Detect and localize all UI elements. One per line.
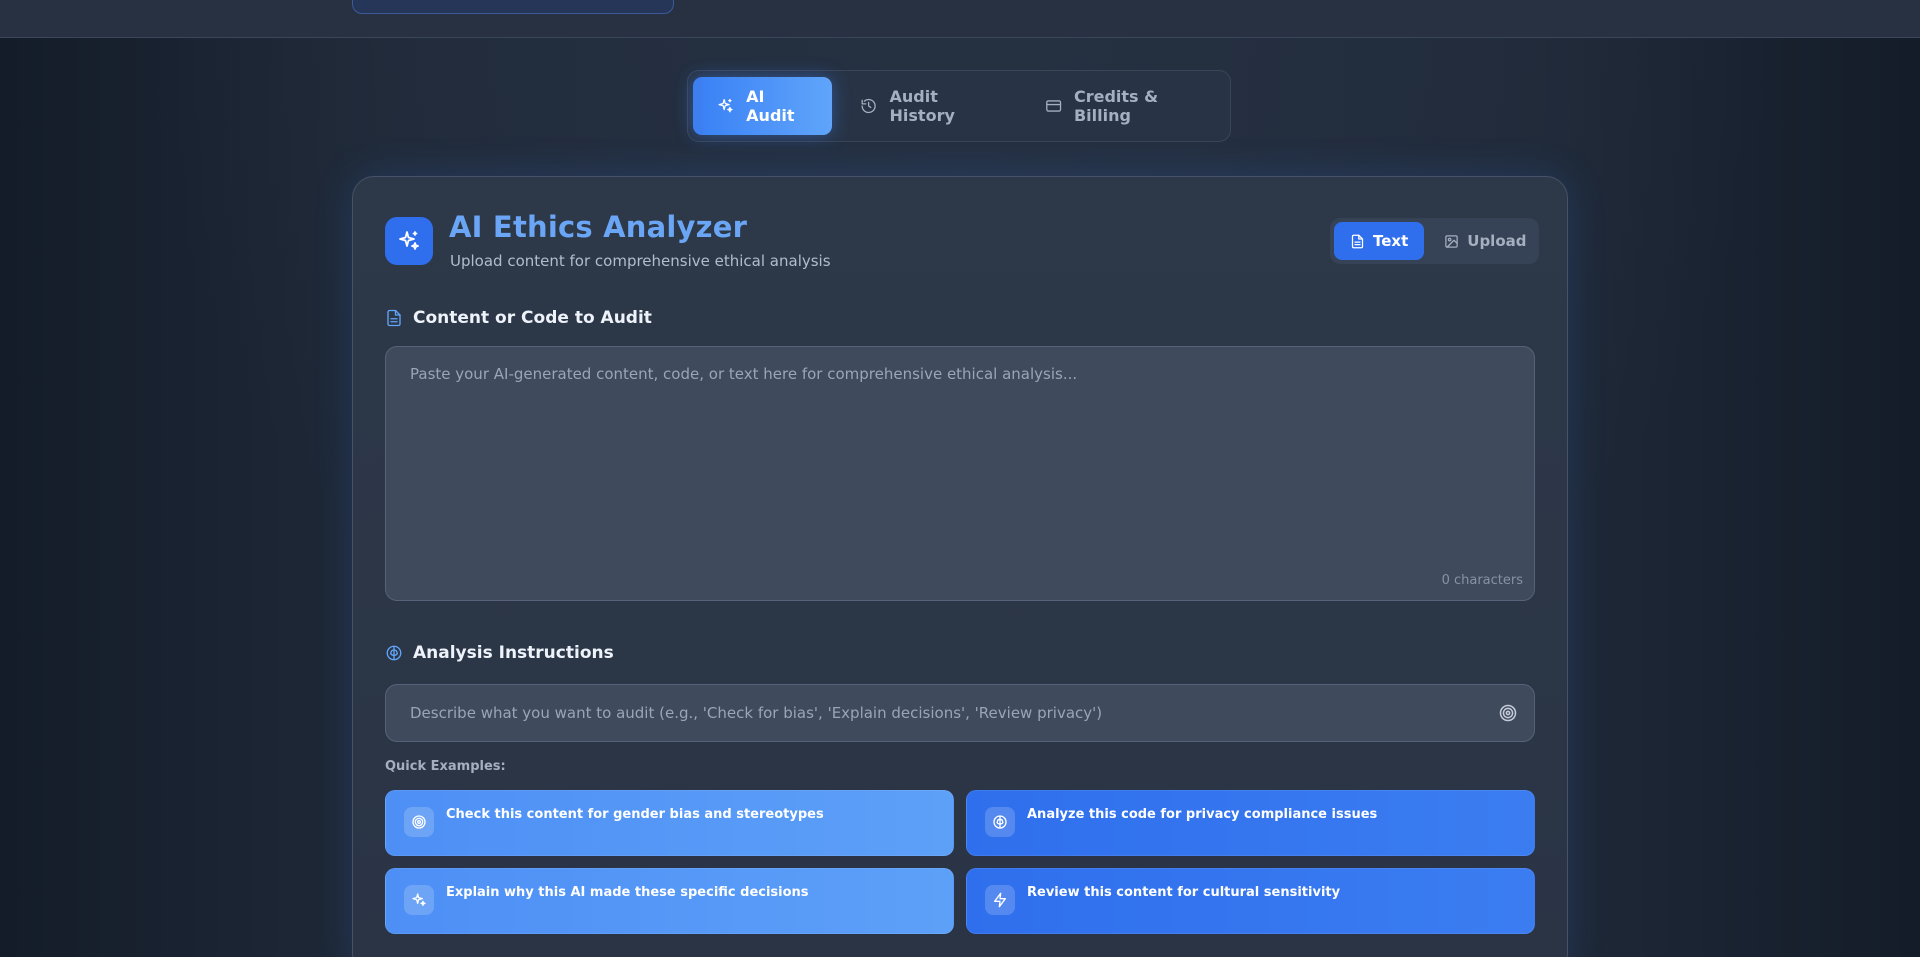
target-icon[interactable] [1498, 703, 1518, 723]
content-label-text: Content or Code to Audit [413, 308, 652, 328]
example-text: Explain why this AI made these specific … [446, 885, 809, 900]
instructions-field [385, 684, 1535, 742]
example-icon-badge [985, 807, 1015, 837]
example-icon-badge [404, 885, 434, 915]
input-mode-toggle: Text Upload [1330, 218, 1539, 264]
analyzer-card: AI Ethics Analyzer Upload content for co… [352, 176, 1568, 957]
quick-example-privacy[interactable]: Analyze this code for privacy compliance… [966, 790, 1535, 856]
instructions-input[interactable] [386, 685, 1486, 741]
document-icon [1351, 234, 1364, 248]
example-text: Analyze this code for privacy compliance… [1027, 807, 1378, 822]
quick-example-explain-decisions[interactable]: Explain why this AI made these specific … [385, 868, 954, 934]
example-icon-badge [404, 807, 434, 837]
image-icon [1445, 234, 1459, 248]
app-logo [385, 217, 433, 265]
content-textarea[interactable] [385, 346, 1535, 601]
document-icon [387, 309, 401, 327]
sparkles-icon [412, 893, 426, 906]
example-text: Review this content for cultural sensiti… [1027, 885, 1341, 900]
tab-label: Audit History [889, 87, 955, 125]
brain-icon [993, 815, 1007, 829]
quick-examples-label: Quick Examples: [385, 759, 506, 774]
upload-mode-button[interactable]: Upload [1428, 222, 1542, 260]
text-mode-label: Text [1373, 232, 1409, 250]
tab-audit-history[interactable]: Audit History [836, 77, 1016, 135]
main-tabs: AI Audit Audit History Credits & Billing [687, 70, 1231, 142]
instructions-section-label: Analysis Instructions [385, 643, 614, 663]
instructions-label-text: Analysis Instructions [413, 643, 614, 663]
example-icon-badge [985, 885, 1015, 915]
example-text: Check this content for gender bias and s… [446, 807, 824, 822]
tab-ai-audit[interactable]: AI Audit [693, 77, 833, 135]
target-icon [412, 815, 426, 829]
top-header-bar [0, 0, 1920, 38]
text-mode-button[interactable]: Text [1334, 222, 1425, 260]
brain-icon [386, 645, 402, 661]
upload-mode-label: Upload [1467, 232, 1527, 250]
quick-example-gender-bias[interactable]: Check this content for gender bias and s… [385, 790, 954, 856]
character-count: 0 characters [1441, 573, 1523, 588]
history-icon [861, 98, 877, 114]
page-subtitle: Upload content for comprehensive ethical… [450, 252, 831, 270]
quick-example-cultural-sensitivity[interactable]: Review this content for cultural sensiti… [966, 868, 1535, 934]
tab-credits-billing[interactable]: Credits & Billing [1021, 77, 1225, 135]
credit-card-icon [1045, 100, 1061, 112]
sparkles-icon [718, 98, 733, 113]
sparkles-icon [399, 231, 419, 250]
content-section-label: Content or Code to Audit [385, 308, 652, 328]
lightning-icon [994, 892, 1006, 908]
header-element-stub [352, 0, 674, 14]
page-title: AI Ethics Analyzer [449, 210, 748, 244]
tab-label: AI Audit [746, 87, 795, 125]
tab-label: Credits & Billing [1073, 87, 1159, 125]
